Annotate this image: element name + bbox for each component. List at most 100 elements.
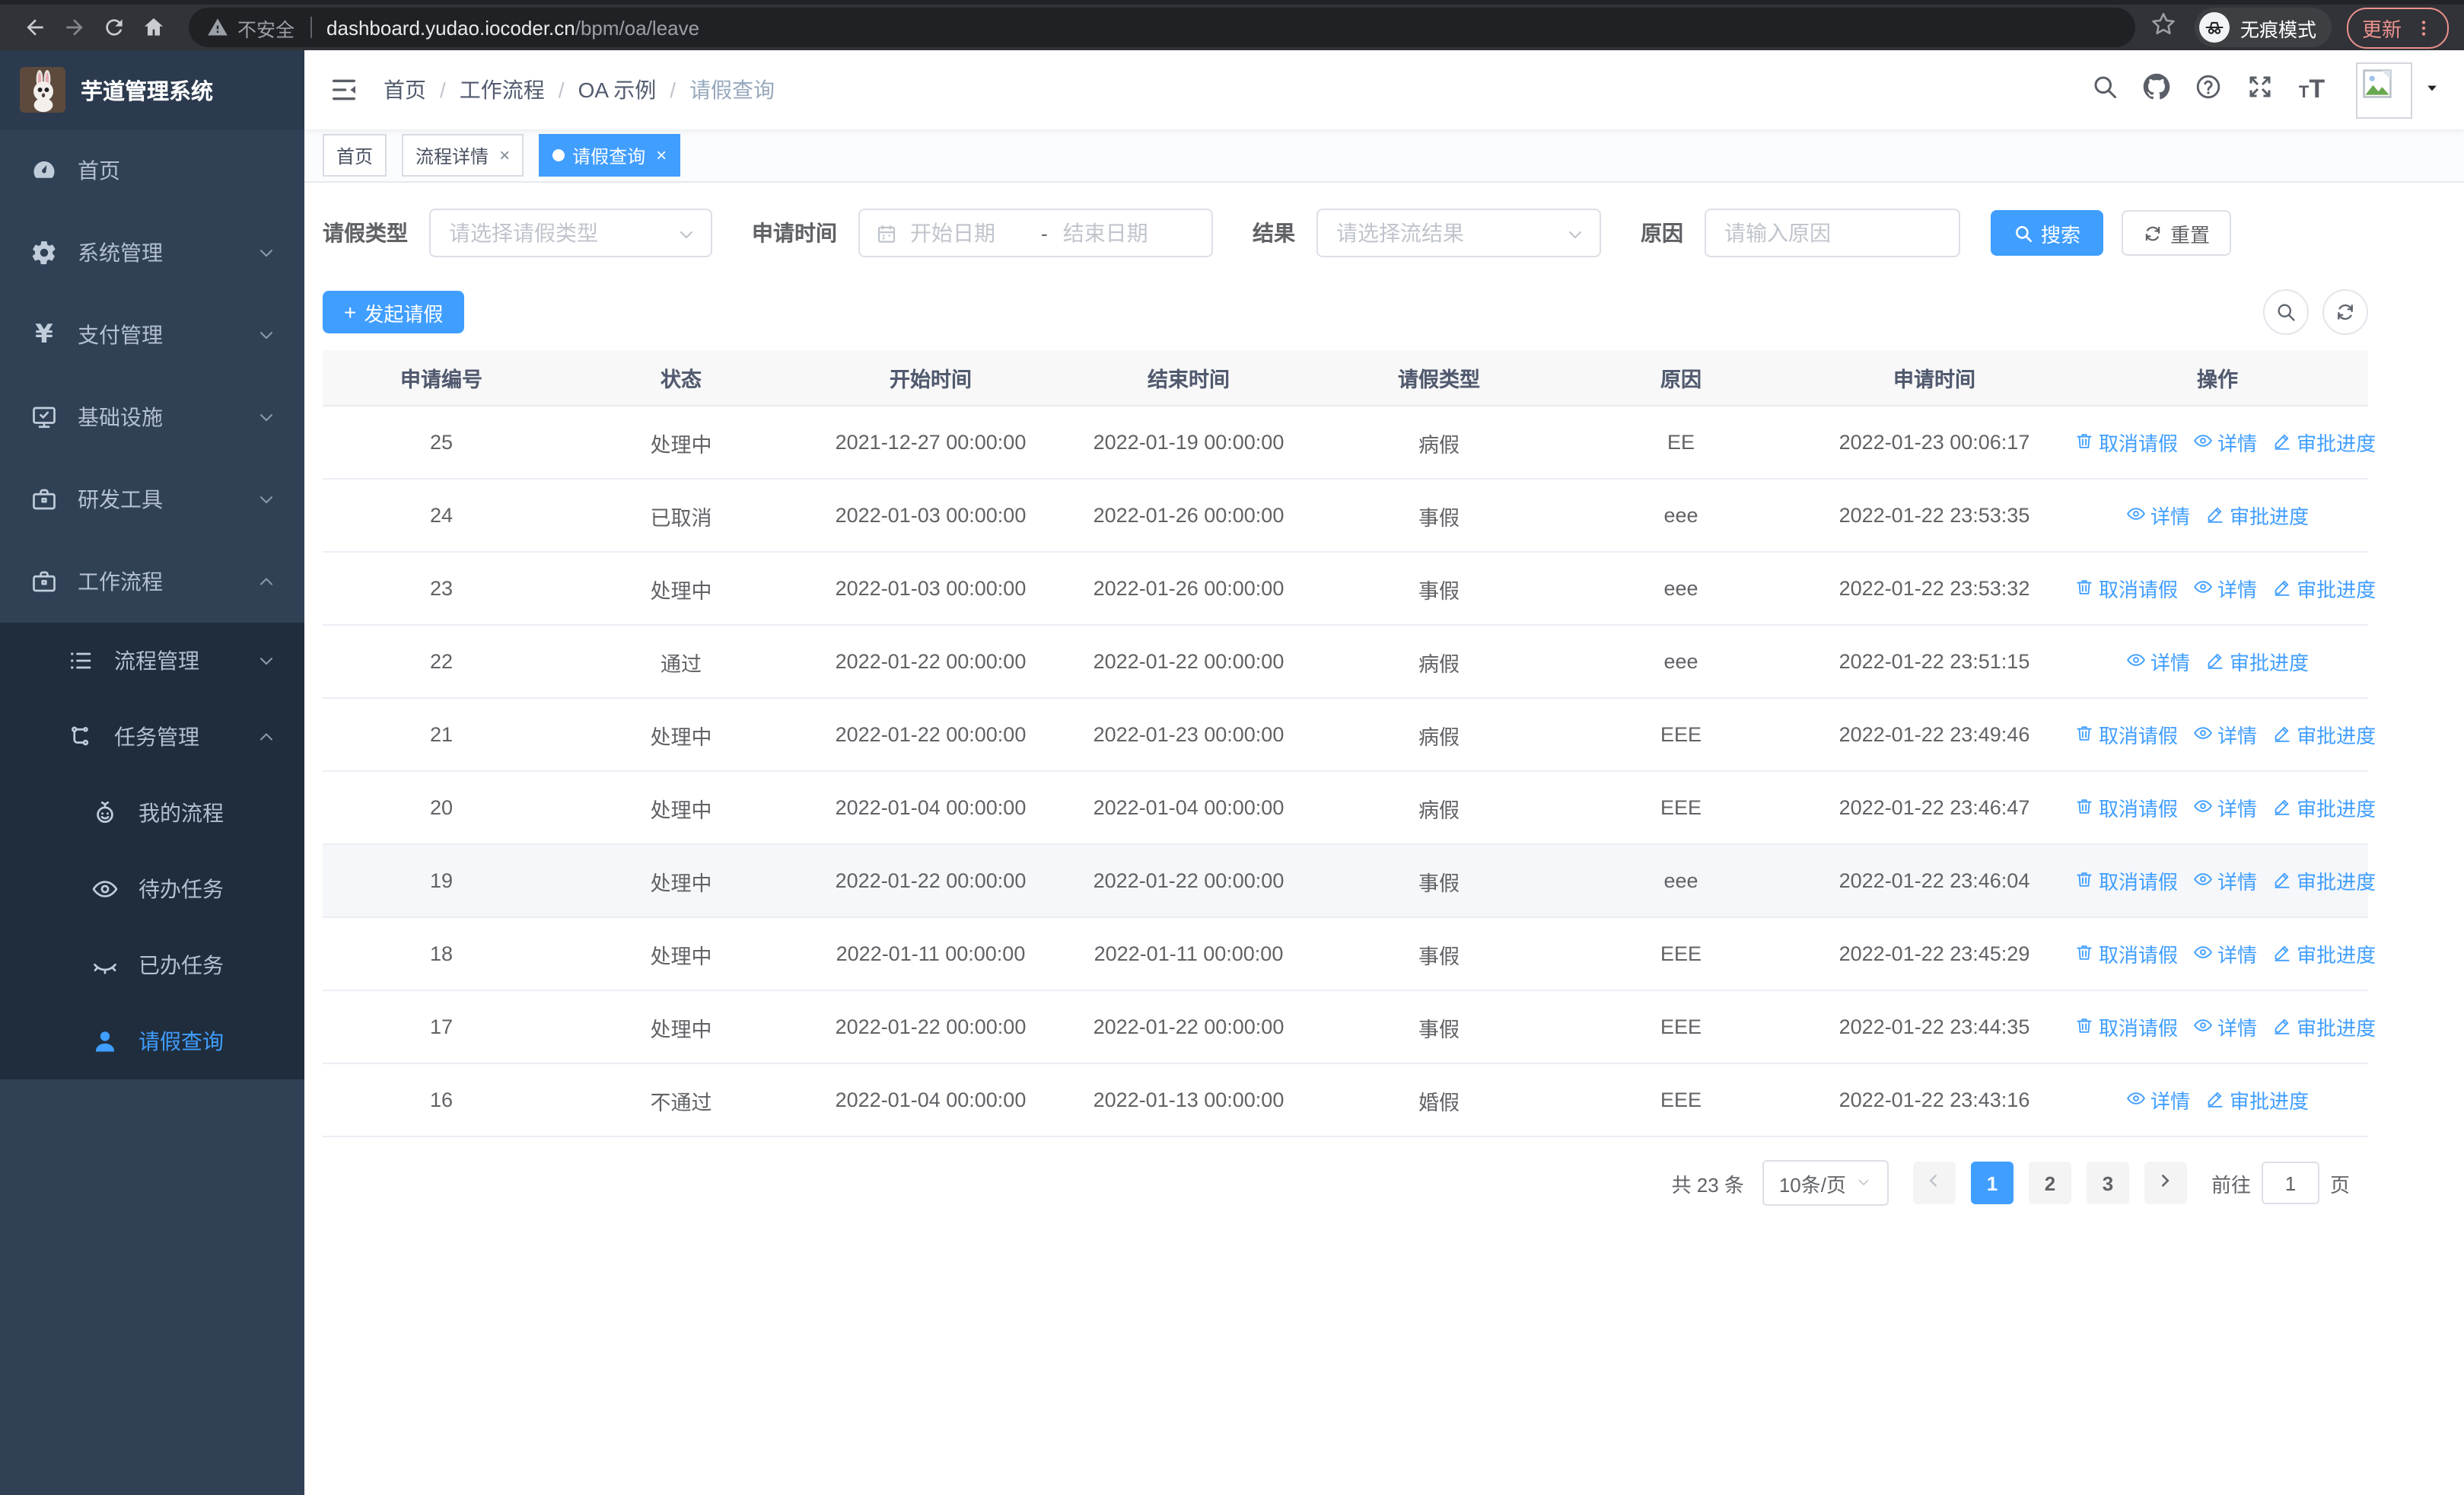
refresh-table-button[interactable] (2322, 289, 2368, 335)
browser-home-icon[interactable] (134, 8, 173, 47)
detail-action-link[interactable]: 详情 (2126, 501, 2190, 530)
page-button-2[interactable]: 2 (2028, 1162, 2071, 1204)
next-page-button[interactable] (2144, 1162, 2187, 1204)
sidebar-item-workflow[interactable]: 工作流程 (0, 540, 304, 623)
cancel-action-link[interactable]: 取消请假 (2074, 793, 2178, 822)
detail-action-link[interactable]: 详情 (2126, 1085, 2190, 1114)
browser-back-icon[interactable] (15, 8, 55, 47)
avatar[interactable] (2356, 62, 2412, 118)
breadcrumb-item[interactable]: 工作流程 (460, 75, 545, 105)
robot-icon (91, 799, 119, 827)
trash-icon (2074, 1015, 2094, 1039)
breadcrumb-item[interactable]: 首页 (384, 75, 426, 105)
eye-icon (2126, 1088, 2146, 1112)
cell-status: 处理中 (560, 844, 802, 918)
cancel-action-link[interactable]: 取消请假 (2074, 720, 2178, 749)
reason-input[interactable]: 请输入原因 (1705, 209, 1960, 257)
tab-close-icon[interactable]: × (656, 145, 667, 166)
detail-action-link[interactable]: 详情 (2193, 939, 2257, 968)
detail-action-link[interactable]: 详情 (2193, 1012, 2257, 1041)
sidebar-fold-icon[interactable] (329, 75, 359, 105)
progress-action-link[interactable]: 审批进度 (2272, 793, 2376, 822)
table-row: 23 处理中 2022-01-03 00:00:00 2022-01-26 00:00… (323, 552, 2376, 626)
cancel-action-link[interactable]: 取消请假 (2074, 866, 2178, 895)
progress-action-link[interactable]: 审批进度 (2205, 647, 2309, 676)
apply-time-range-picker[interactable]: 开始日期 - 结束日期 (858, 209, 1213, 257)
browser-forward-icon[interactable] (55, 8, 94, 47)
progress-action-link[interactable]: 审批进度 (2272, 866, 2376, 895)
page-button-3[interactable]: 3 (2086, 1162, 2129, 1204)
cell-type: 病假 (1318, 406, 1560, 480)
sidebar-item-infrastructure[interactable]: 基础设施 (0, 376, 304, 458)
address-bar[interactable]: 不安全 dashboard.yudao.iocoder.cn /bpm/oa/l… (189, 8, 2135, 47)
cancel-action-link[interactable]: 取消请假 (2074, 1012, 2178, 1041)
leave-type-select[interactable]: 请选择请假类型 (429, 209, 712, 257)
sidebar-item-task-mgmt[interactable]: 任务管理 (0, 699, 304, 775)
tab-close-icon[interactable]: × (499, 145, 510, 166)
eye-icon (2126, 503, 2146, 528)
sidebar-item-done-tasks[interactable]: 已办任务 (0, 927, 304, 1003)
progress-action-link[interactable]: 审批进度 (2272, 574, 2376, 603)
detail-action-link[interactable]: 详情 (2193, 793, 2257, 822)
action-label: 取消请假 (2099, 1017, 2179, 1040)
url-host: dashboard.yudao.iocoder.cn (326, 16, 575, 39)
cancel-action-link[interactable]: 取消请假 (2074, 939, 2178, 968)
show-search-toggle-button[interactable] (2263, 289, 2309, 335)
goto-page-input[interactable] (2261, 1162, 2319, 1204)
pen-icon (2272, 942, 2292, 966)
search-button[interactable]: 搜索 (1991, 210, 2104, 256)
sidebar-item-leave-query[interactable]: 请假查询 (0, 1003, 304, 1079)
cell-status: 处理中 (560, 990, 802, 1064)
create-leave-button[interactable]: + 发起请假 (323, 291, 465, 333)
sidebar-item-payment[interactable]: ¥ 支付管理 (0, 294, 304, 376)
sidebar-item-system[interactable]: 系统管理 (0, 212, 304, 294)
browser-reload-icon[interactable] (94, 8, 134, 47)
sidebar-item-home[interactable]: 首页 (0, 129, 304, 212)
page-size-select[interactable]: 10条/页 (1762, 1160, 1889, 1206)
detail-action-link[interactable]: 详情 (2193, 866, 2257, 895)
navbar-icons: TT (2073, 70, 2332, 110)
table-row: 22 通过 2022-01-22 00:00:00 2022-01-22 00:00:… (323, 625, 2368, 699)
progress-action-link[interactable]: 审批进度 (2272, 428, 2376, 457)
page-button-1[interactable]: 1 (1970, 1162, 2014, 1204)
cancel-action-link[interactable]: 取消请假 (2074, 428, 2178, 457)
bookmark-star-icon[interactable] (2150, 11, 2176, 44)
tab-process-detail[interactable]: 流程详情 × (402, 134, 524, 177)
prev-page-button[interactable] (1912, 1162, 1956, 1204)
sidebar-item-todo-tasks[interactable]: 待办任务 (0, 851, 304, 927)
progress-action-link[interactable]: 审批进度 (2205, 1085, 2309, 1114)
sidebar-item-my-process[interactable]: 我的流程 (0, 775, 304, 851)
progress-action-link[interactable]: 审批进度 (2205, 501, 2309, 530)
progress-action-link[interactable]: 审批进度 (2272, 939, 2376, 968)
sidebar-item-process-mgmt[interactable]: 流程管理 (0, 623, 304, 699)
sidebar-item-label: 系统管理 (78, 241, 163, 265)
tab-home[interactable]: 首页 (323, 134, 387, 177)
reason-label: 原因 (1641, 221, 1683, 245)
avatar-caret-down-icon[interactable] (2424, 76, 2440, 104)
detail-action-link[interactable]: 详情 (2126, 647, 2190, 676)
pen-icon (2272, 1015, 2292, 1039)
detail-action-link[interactable]: 详情 (2193, 720, 2257, 749)
breadcrumb-item[interactable]: OA 示例 (578, 75, 657, 105)
detail-action-link[interactable]: 详情 (2193, 428, 2257, 457)
tab-leave-query[interactable]: 请假查询 × (539, 134, 681, 177)
cell-actions: 详情 审批进度 (2067, 625, 2368, 699)
cancel-action-link[interactable]: 取消请假 (2074, 574, 2178, 603)
column-header: 状态 (560, 350, 802, 406)
detail-action-link[interactable]: 详情 (2193, 574, 2257, 603)
sidebar-item-devtools[interactable]: 研发工具 (0, 458, 304, 540)
navbar-question-button[interactable] (2189, 70, 2228, 110)
chevron-right-icon (2156, 1171, 2176, 1195)
reset-button[interactable]: 重置 (2122, 210, 2232, 256)
navbar-fontsize-button[interactable]: TT (2292, 70, 2332, 110)
navbar-fullscreen-button[interactable] (2240, 70, 2280, 110)
progress-action-link[interactable]: 审批进度 (2272, 1012, 2376, 1041)
navbar-github-button[interactable] (2137, 70, 2176, 110)
pen-icon (2205, 649, 2225, 674)
result-select[interactable]: 请选择流结果 (1316, 209, 1601, 257)
navbar-search-button[interactable] (2085, 70, 2125, 110)
progress-action-link[interactable]: 审批进度 (2272, 720, 2376, 749)
incognito-badge[interactable]: 无痕模式 (2194, 8, 2332, 47)
cell-start: 2022-01-22 00:00:00 (802, 844, 1059, 918)
browser-update-button[interactable]: 更新 (2346, 7, 2449, 48)
